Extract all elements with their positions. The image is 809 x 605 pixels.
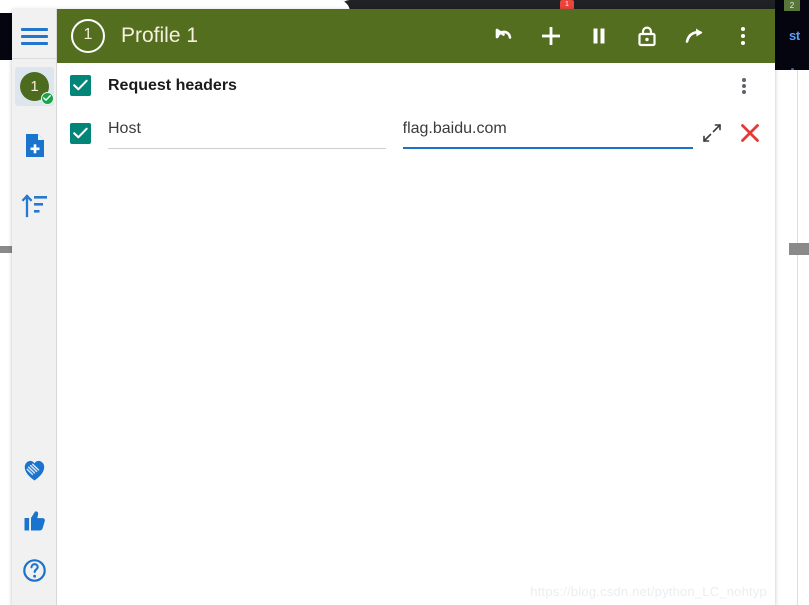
popup-content: Request headers Host flag.baidu.com http… — [57, 63, 775, 605]
kebab-dot — [742, 83, 746, 88]
share-button[interactable] — [671, 12, 719, 60]
profile-badge: 1 — [71, 19, 105, 53]
lock-button[interactable] — [623, 12, 671, 60]
kebab-dot — [742, 89, 746, 94]
section-title: Request headers — [108, 76, 237, 94]
page-side-text: st — [789, 28, 800, 43]
undo-arrow-icon — [495, 28, 512, 39]
sidebar-item-new-profile[interactable] — [15, 126, 54, 165]
tab-badge-green: 2 — [784, 0, 800, 11]
sidebar-item-profile-1[interactable]: 1 — [15, 67, 54, 106]
sidebar-item-donate[interactable] — [15, 449, 54, 488]
sidebar-item-help[interactable] — [15, 551, 54, 590]
question-circle-icon — [23, 559, 46, 582]
section-enable-checkbox[interactable] — [70, 75, 91, 96]
page-right-gutter — [775, 70, 809, 605]
kebab-dot — [742, 77, 746, 82]
kebab-menu-icon — [742, 76, 746, 96]
kebab-menu-icon — [740, 24, 746, 48]
header-rule-row — [57, 108, 775, 158]
page-left-gutter — [0, 60, 12, 605]
popup-main: 1 Profile 1 Request headers Host flag.ba… — [57, 9, 775, 605]
hamburger-bar — [21, 28, 48, 31]
hamburger-bar — [21, 42, 48, 45]
page-right-divider — [797, 70, 798, 605]
plus-icon — [542, 27, 560, 45]
add-button[interactable] — [527, 12, 575, 60]
vertical-scrollbar-thumb[interactable] — [789, 243, 809, 255]
kebab-dot — [740, 33, 746, 39]
kebab-dot — [740, 40, 746, 46]
extension-popup: 1 1 Profile 1 Request headers Host flag.… — [12, 9, 775, 605]
check-glyph — [43, 95, 51, 101]
profile-enabled-check-icon — [41, 92, 54, 105]
share-arrow-icon — [685, 28, 703, 43]
close-x-icon — [741, 124, 759, 142]
tab-badge-green-label: 2 — [789, 1, 795, 10]
header-name-field[interactable] — [108, 117, 386, 149]
thumbs-up-icon — [24, 511, 45, 531]
undo-button[interactable] — [479, 12, 527, 60]
hamburger-menu-icon[interactable] — [21, 28, 48, 45]
expand-diagonal-icon — [703, 124, 721, 142]
pause-icon — [593, 28, 605, 44]
sidebar-item-rate[interactable] — [15, 500, 54, 539]
header-value-input[interactable] — [402, 117, 693, 145]
lock-icon — [638, 26, 656, 47]
check-icon — [73, 79, 88, 91]
watermark-text: https://blog.csdn.net/python_LC_nohtyp — [530, 584, 767, 599]
expand-value-button[interactable] — [697, 118, 727, 148]
pause-button[interactable] — [575, 12, 623, 60]
sidebar-rail: 1 — [12, 9, 57, 605]
more-options-button[interactable] — [719, 12, 767, 60]
header-value-field[interactable] — [402, 117, 693, 149]
sidebar-rail-header — [12, 9, 56, 59]
page-title: Profile 1 — [121, 24, 199, 47]
section-menu-button[interactable] — [727, 69, 761, 103]
file-add-icon — [26, 134, 44, 157]
delete-header-button[interactable] — [733, 116, 767, 150]
check-icon — [73, 127, 88, 138]
sort-ascending-icon — [21, 194, 47, 218]
hamburger-bar — [21, 35, 48, 38]
header-name-input[interactable] — [108, 117, 386, 146]
app-bar: 1 Profile 1 — [57, 9, 775, 63]
heart-handshake-icon — [24, 460, 45, 481]
header-rule-enable-checkbox[interactable] — [70, 122, 91, 144]
kebab-dot — [740, 26, 746, 32]
section-request-headers: Request headers — [57, 63, 775, 108]
sidebar-item-sort-profiles[interactable] — [15, 185, 54, 224]
